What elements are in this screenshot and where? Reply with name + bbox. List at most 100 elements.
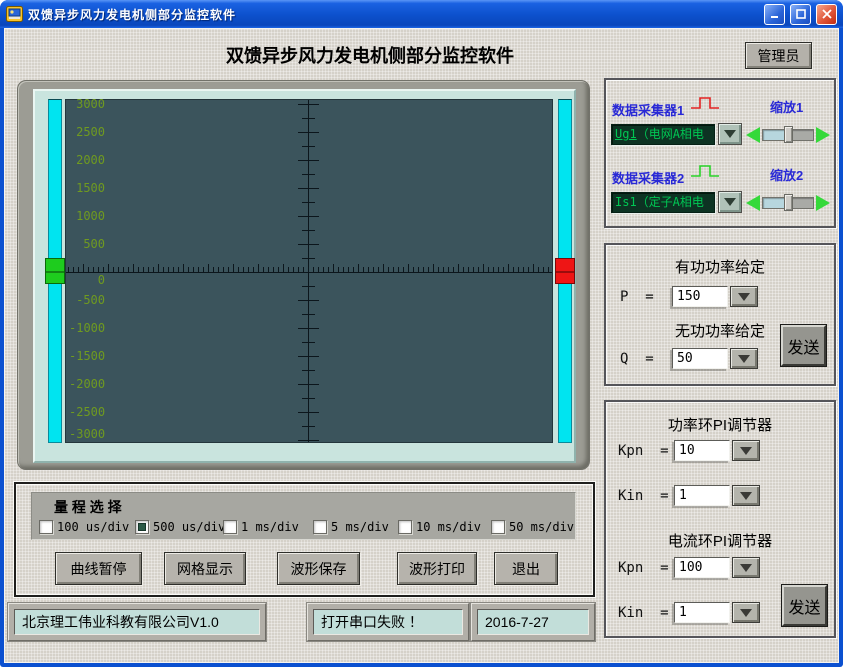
range-option-1ms[interactable]: 1 ms/div [223,519,299,535]
waveform-plot: 3000 2500 2000 1500 1000 500 0 -500 -100… [65,99,553,443]
save-waveform-button[interactable]: 波形保存 [277,552,360,585]
slider-left-arrow-icon[interactable] [746,195,760,211]
checkbox[interactable] [223,520,237,534]
chevron-down-icon [724,198,736,206]
y-axis-label: 2000 [69,154,105,166]
range-option-10ms[interactable]: 10 ms/div [398,519,481,535]
checkbox[interactable] [398,520,412,534]
pause-curve-button[interactable]: 曲线暂停 [55,552,142,585]
power-loop-title: 功率环PI调节器 [606,414,834,435]
y-axis-label: -2500 [69,406,105,418]
app-window: 双馈异步风力发电机侧部分监控软件 双馈异步风力发电机侧部分监控软件 管理员 [0,0,843,667]
pi-regulator-panel: 功率环PI调节器 Kpn = Kin = 电流环PI调节器 Kpn = Kin … [604,400,836,638]
q-dropdown-button[interactable] [730,348,758,369]
zoom1-slider[interactable] [746,125,836,145]
kpn1-dropdown-button[interactable] [732,440,760,461]
checkbox[interactable] [39,520,53,534]
chevron-down-icon [738,293,750,301]
zoom1-slider-track[interactable] [762,129,814,141]
range-title: 量 程 选 择 [54,497,122,517]
serial-status-label: 打开串口失败 ！ [313,609,463,635]
y-axis-label: -500 [69,294,105,306]
channel2-dropdown-button[interactable] [718,191,742,213]
range-option-label: 5 ms/div [331,520,389,534]
zoom1-slider-thumb[interactable] [784,126,793,143]
page-title: 双馈异步风力发电机侧部分监控软件 [150,42,590,68]
grid-display-button[interactable]: 网格显示 [164,552,246,585]
serial-status-box: 打开串口失败 ！ [307,603,469,641]
kpn2-input[interactable] [674,557,730,578]
kin2-label: Kin = [618,605,669,621]
channel1-dropdown-button[interactable] [718,123,742,145]
y-axis-label: 500 [69,238,105,250]
checkbox[interactable] [135,520,149,534]
minimize-button[interactable] [764,4,785,25]
chevron-down-icon [740,609,752,617]
range-option-100us[interactable]: 100 us/div [39,519,129,535]
p-input[interactable] [672,286,728,307]
channel2-select[interactable]: Is1（定子A相电 [611,192,715,213]
admin-button[interactable]: 管理员 [745,42,812,69]
print-waveform-button[interactable]: 波形打印 [397,552,477,585]
checkbox[interactable] [313,520,327,534]
left-cursor-handle[interactable] [45,258,65,284]
kin2-dropdown-button[interactable] [732,602,760,623]
chevron-down-icon [740,492,752,500]
slider-right-arrow-icon[interactable] [816,195,830,211]
titlebar: 双馈异步风力发电机侧部分监控软件 [0,0,843,28]
app-icon [6,6,23,22]
q-input[interactable] [672,348,728,369]
maximize-button[interactable] [790,4,811,25]
collector2-label: 数据采集器2 [612,168,684,187]
minimize-icon [770,10,780,19]
kpn2-label: Kpn = [618,560,669,576]
right-cursor-handle[interactable] [555,258,575,284]
p-dropdown-button[interactable] [730,286,758,307]
range-option-5ms[interactable]: 5 ms/div [313,519,389,535]
y-axis-label: 1000 [69,210,105,222]
pulse-red-icon [690,94,720,112]
exit-button[interactable]: 退出 [494,552,558,585]
channel2-value: Is1（定子A相电 [615,195,704,209]
chevron-down-icon [740,447,752,455]
chevron-down-icon [738,355,750,363]
power-setpoint-panel: 有功功率给定 P = 无功功率给定 Q = 发送 [604,243,836,386]
date-status-box: 2016-7-27 [471,603,595,641]
data-collectors-panel: 数据采集器1 缩放1 Ug1（电网A相电 数据采集器2 缩 [604,78,836,228]
channel1-select[interactable]: Ug1（电网A相电 [611,124,715,145]
slider-left-arrow-icon[interactable] [746,127,760,143]
kpn2-dropdown-button[interactable] [732,557,760,578]
send-power-button[interactable]: 发送 [781,325,826,366]
zoom2-slider[interactable] [746,193,836,213]
range-option-50ms[interactable]: 50 ms/div [491,519,574,535]
slider-right-arrow-icon[interactable] [816,127,830,143]
y-axis-label: 3000 [69,98,105,110]
send-pi-button[interactable]: 发送 [782,585,827,626]
x-axis-line [66,272,552,273]
collector1-label: 数据采集器1 [612,100,684,119]
kin1-input[interactable] [674,485,730,506]
range-option-500us[interactable]: 500 us/div [135,519,225,535]
y-axis-label: -3000 [69,428,105,440]
channel1-value-rest: （电网A相电 [637,127,704,141]
kin1-dropdown-button[interactable] [732,485,760,506]
checkbox[interactable] [491,520,505,534]
range-selection-box: 量 程 选 择 100 us/div 500 us/div 1 ms/div 5… [31,492,576,540]
range-option-label: 50 ms/div [509,520,574,534]
zoom2-slider-track[interactable] [762,197,814,209]
y-axis-label: 1500 [69,182,105,194]
maximize-icon [796,9,806,19]
chevron-down-icon [724,130,736,138]
oscilloscope-bezel: 3000 2500 2000 1500 1000 500 0 -500 -100… [33,89,576,463]
zoom1-label: 缩放1 [770,97,803,116]
close-button[interactable] [816,4,837,25]
zoom2-slider-thumb[interactable] [784,194,793,211]
y-axis-label: -2000 [69,378,105,390]
active-power-title: 有功功率给定 [606,256,834,277]
kin2-input[interactable] [674,602,730,623]
kpn1-input[interactable] [674,440,730,461]
range-option-label: 500 us/div [153,520,225,534]
close-icon [822,9,832,19]
date-label: 2016-7-27 [477,609,589,635]
range-option-label: 10 ms/div [416,520,481,534]
